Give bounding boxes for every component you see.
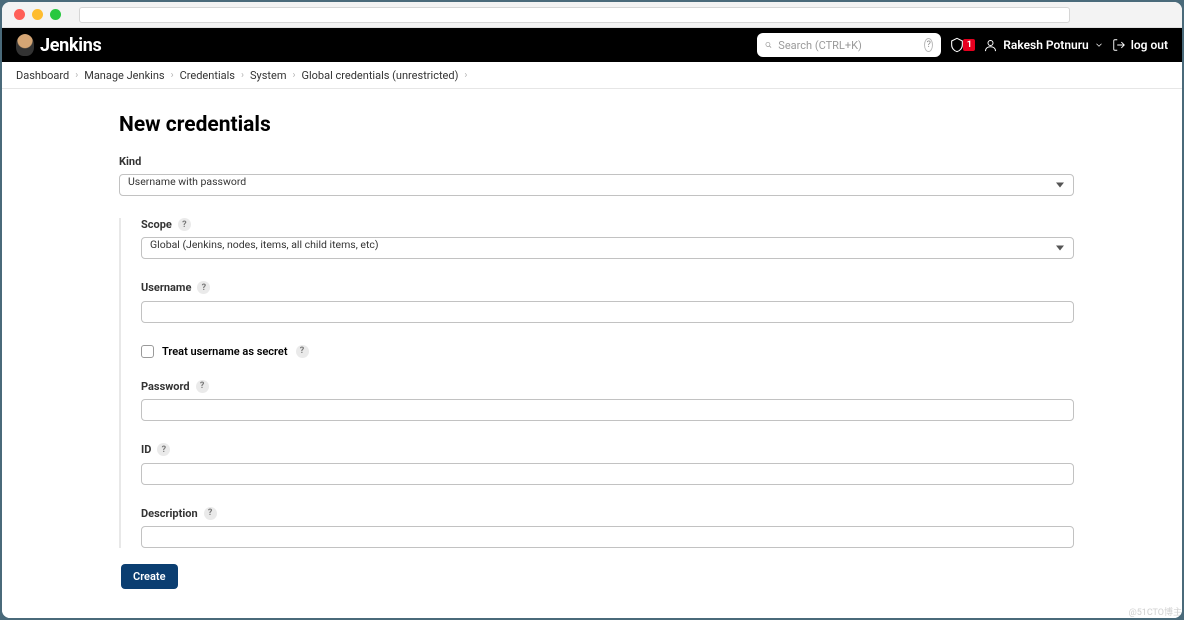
user-menu[interactable]: Rakesh Potnuru: [983, 38, 1103, 53]
chevron-right-icon: ›: [241, 70, 244, 81]
scope-label: Scope: [141, 218, 172, 231]
app-header: Jenkins ? 1 Rakesh Potnuru log out: [2, 28, 1182, 62]
password-label: Password: [141, 380, 190, 393]
description-input[interactable]: [141, 526, 1074, 548]
help-icon[interactable]: ?: [296, 345, 309, 358]
crumb-global[interactable]: Global credentials (unrestricted): [301, 69, 458, 82]
traffic-lights: [14, 9, 61, 20]
username-label: Rakesh Potnuru: [1003, 38, 1088, 52]
url-bar[interactable]: [79, 7, 1070, 23]
crumb-credentials[interactable]: Credentials: [180, 69, 235, 82]
logout-button[interactable]: log out: [1112, 38, 1168, 52]
username-input[interactable]: [141, 301, 1074, 323]
crumb-system[interactable]: System: [250, 69, 287, 82]
treat-secret-checkbox[interactable]: [141, 345, 154, 358]
main-content: New credentials Kind Username with passw…: [2, 89, 1182, 618]
browser-titlebar: [2, 2, 1182, 28]
username-label: Username: [141, 281, 191, 294]
page-title: New credentials: [119, 113, 1074, 137]
treat-secret-label: Treat username as secret: [162, 345, 288, 358]
jenkins-logo-icon: [16, 34, 34, 56]
chevron-right-icon: ›: [75, 70, 78, 81]
password-input[interactable]: [141, 399, 1074, 421]
jenkins-logo[interactable]: Jenkins: [16, 34, 101, 56]
chevron-right-icon: ›: [171, 70, 174, 81]
chevron-right-icon: ›: [292, 70, 295, 81]
logout-icon: [1112, 38, 1126, 52]
search-container: ?: [757, 33, 941, 57]
search-help-icon[interactable]: ?: [924, 38, 933, 52]
user-icon: [983, 38, 998, 53]
scope-select[interactable]: Global (Jenkins, nodes, items, all child…: [141, 237, 1074, 259]
kind-label: Kind: [119, 155, 1074, 168]
maximize-window-icon[interactable]: [50, 9, 61, 20]
close-window-icon[interactable]: [14, 9, 25, 20]
minimize-window-icon[interactable]: [32, 9, 43, 20]
app-name: Jenkins: [40, 35, 101, 56]
crumb-dashboard[interactable]: Dashboard: [16, 69, 69, 82]
help-icon[interactable]: ?: [196, 380, 209, 393]
search-input[interactable]: [778, 39, 918, 52]
notification-indicator[interactable]: 1: [949, 37, 975, 53]
logout-label: log out: [1131, 38, 1168, 52]
breadcrumb: Dashboard › Manage Jenkins › Credentials…: [2, 62, 1182, 89]
chevron-right-icon: ›: [464, 70, 467, 81]
description-label: Description: [141, 507, 198, 520]
search-icon: [765, 39, 772, 51]
id-label: ID: [141, 443, 151, 456]
help-icon[interactable]: ?: [197, 281, 210, 294]
help-icon[interactable]: ?: [204, 507, 217, 520]
notification-badge: 1: [963, 39, 975, 51]
help-icon[interactable]: ?: [178, 218, 191, 231]
id-input[interactable]: [141, 463, 1074, 485]
help-icon[interactable]: ?: [157, 443, 170, 456]
kind-select[interactable]: Username with password: [119, 174, 1074, 196]
create-button[interactable]: Create: [121, 564, 178, 589]
crumb-manage[interactable]: Manage Jenkins: [84, 69, 164, 82]
watermark: @51CTO博主: [1129, 605, 1182, 618]
chevron-down-icon: [1094, 40, 1104, 50]
